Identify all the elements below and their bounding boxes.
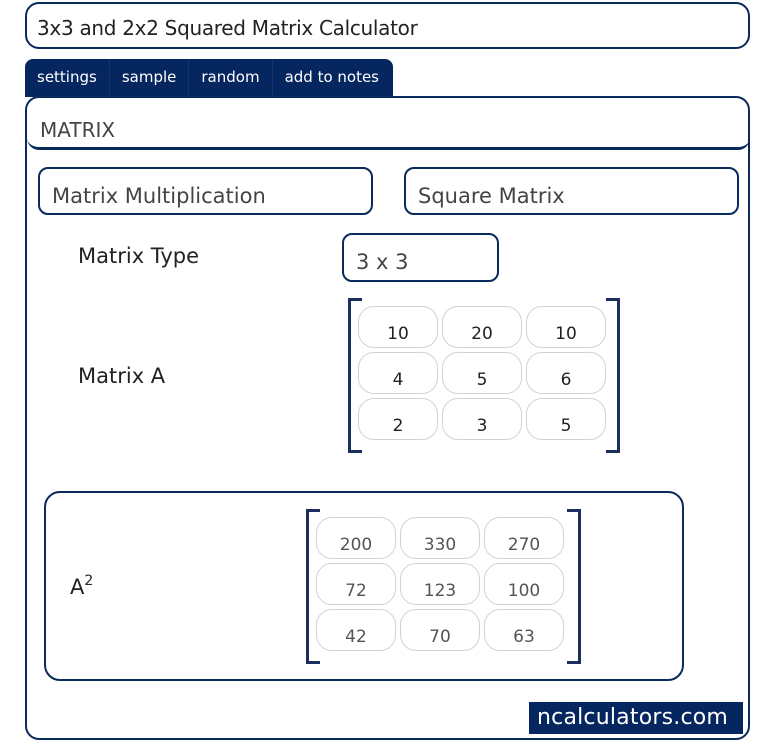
tab-random[interactable]: random (189, 59, 273, 97)
matrix-a-cell[interactable]: 5 (442, 352, 522, 394)
matrix-a-cell[interactable]: 10 (526, 306, 606, 348)
result-cell: 330 (400, 517, 480, 559)
operation-select[interactable]: Matrix Multiplication (38, 167, 373, 215)
result-matrix: 200 330 270 72 123 100 42 70 63 (306, 509, 581, 664)
result-cell: 270 (484, 517, 564, 559)
matrix-a-cell[interactable]: 3 (442, 398, 522, 440)
matrix-a-cell[interactable]: 6 (526, 352, 606, 394)
result-cell: 42 (316, 609, 396, 651)
result-cell: 100 (484, 563, 564, 605)
result-label-exponent: 2 (84, 573, 94, 589)
matrix-a-cell[interactable]: 10 (358, 306, 438, 348)
result-label-base: A (70, 575, 85, 599)
result-box: A2 200 330 270 72 123 100 42 70 63 (44, 491, 684, 681)
tab-sample[interactable]: sample (110, 59, 190, 97)
brand-logo[interactable]: ncalculators.com (529, 702, 743, 734)
matrix-type-label: Matrix Type (78, 244, 200, 268)
toolbar-tabs: settings sample random add to notes (25, 59, 394, 97)
right-bracket (606, 298, 620, 453)
right-bracket (567, 509, 581, 664)
matrix-a-grid: 10 20 10 4 5 6 2 3 5 (358, 306, 606, 440)
result-matrix-grid: 200 330 270 72 123 100 42 70 63 (316, 517, 564, 651)
matrix-a-cell[interactable]: 2 (358, 398, 438, 440)
matrix-a-cell[interactable]: 5 (526, 398, 606, 440)
section-header: MATRIX (27, 98, 750, 150)
matrix-type-select[interactable]: 3 x 3 (342, 233, 499, 282)
matrix-kind-select[interactable]: Square Matrix (404, 167, 739, 215)
matrix-a-cell[interactable]: 4 (358, 352, 438, 394)
tab-settings[interactable]: settings (25, 59, 110, 97)
matrix-a: 10 20 10 4 5 6 2 3 5 (348, 298, 620, 453)
matrix-a-cell[interactable]: 20 (442, 306, 522, 348)
result-label: A2 (70, 573, 93, 599)
matrix-a-label: Matrix A (78, 364, 166, 388)
page-title: 3x3 and 2x2 Squared Matrix Calculator (25, 2, 750, 49)
result-cell: 72 (316, 563, 396, 605)
result-cell: 70 (400, 609, 480, 651)
calculator-panel: MATRIX Matrix Multiplication Square Matr… (25, 96, 750, 740)
result-cell: 123 (400, 563, 480, 605)
result-cell: 200 (316, 517, 396, 559)
tab-add-to-notes[interactable]: add to notes (273, 59, 393, 97)
result-cell: 63 (484, 609, 564, 651)
